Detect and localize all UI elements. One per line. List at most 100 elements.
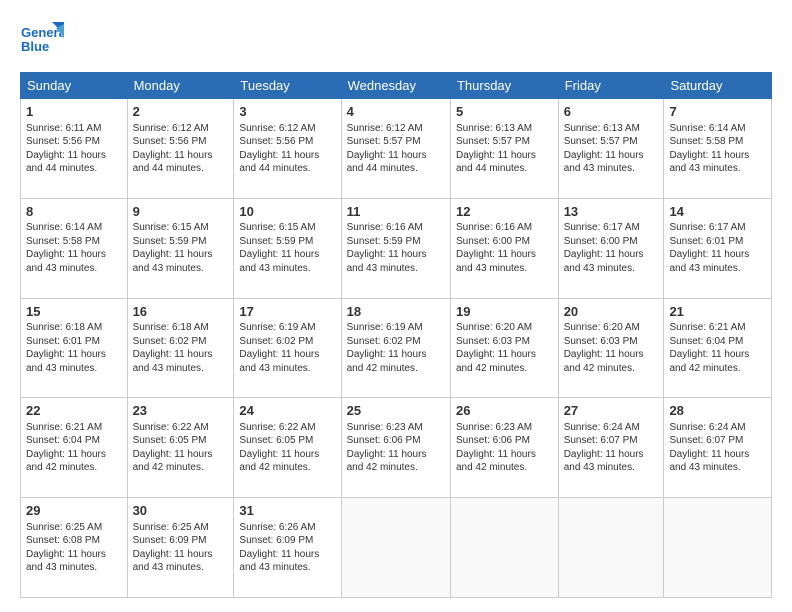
calendar-cell: 23Sunrise: 6:22 AM Sunset: 6:05 PM Dayli… <box>127 398 234 498</box>
day-info: Sunrise: 6:23 AM Sunset: 6:06 PM Dayligh… <box>456 421 553 475</box>
day-info: Sunrise: 6:26 AM Sunset: 6:09 PM Dayligh… <box>239 521 335 575</box>
day-number: 6 <box>564 103 659 121</box>
calendar-cell: 28Sunrise: 6:24 AM Sunset: 6:07 PM Dayli… <box>664 398 772 498</box>
calendar-cell: 11Sunrise: 6:16 AM Sunset: 5:59 PM Dayli… <box>341 198 450 298</box>
day-number: 17 <box>239 303 335 321</box>
day-info: Sunrise: 6:15 AM Sunset: 5:59 PM Dayligh… <box>133 221 229 275</box>
weekday-header-tuesday: Tuesday <box>234 73 341 99</box>
calendar-cell: 31Sunrise: 6:26 AM Sunset: 6:09 PM Dayli… <box>234 498 341 598</box>
day-number: 19 <box>456 303 553 321</box>
day-number: 27 <box>564 402 659 420</box>
calendar-week-row: 8Sunrise: 6:14 AM Sunset: 5:58 PM Daylig… <box>21 198 772 298</box>
day-number: 3 <box>239 103 335 121</box>
day-info: Sunrise: 6:17 AM Sunset: 6:01 PM Dayligh… <box>669 221 766 275</box>
calendar-cell: 7Sunrise: 6:14 AM Sunset: 5:58 PM Daylig… <box>664 99 772 199</box>
calendar-cell: 4Sunrise: 6:12 AM Sunset: 5:57 PM Daylig… <box>341 99 450 199</box>
day-info: Sunrise: 6:13 AM Sunset: 5:57 PM Dayligh… <box>456 122 553 176</box>
day-number: 16 <box>133 303 229 321</box>
calendar-table: SundayMondayTuesdayWednesdayThursdayFrid… <box>20 72 772 598</box>
day-info: Sunrise: 6:14 AM Sunset: 5:58 PM Dayligh… <box>26 221 122 275</box>
day-number: 15 <box>26 303 122 321</box>
calendar-cell: 8Sunrise: 6:14 AM Sunset: 5:58 PM Daylig… <box>21 198 128 298</box>
day-number: 7 <box>669 103 766 121</box>
calendar-cell: 9Sunrise: 6:15 AM Sunset: 5:59 PM Daylig… <box>127 198 234 298</box>
logo: GeneralBlue <box>20 18 64 62</box>
calendar-cell: 27Sunrise: 6:24 AM Sunset: 6:07 PM Dayli… <box>558 398 664 498</box>
weekday-header-sunday: Sunday <box>21 73 128 99</box>
day-info: Sunrise: 6:21 AM Sunset: 6:04 PM Dayligh… <box>26 421 122 475</box>
day-number: 25 <box>347 402 445 420</box>
day-info: Sunrise: 6:12 AM Sunset: 5:56 PM Dayligh… <box>133 122 229 176</box>
calendar-cell: 22Sunrise: 6:21 AM Sunset: 6:04 PM Dayli… <box>21 398 128 498</box>
calendar-cell <box>341 498 450 598</box>
calendar-cell <box>450 498 558 598</box>
day-info: Sunrise: 6:13 AM Sunset: 5:57 PM Dayligh… <box>564 122 659 176</box>
day-info: Sunrise: 6:18 AM Sunset: 6:02 PM Dayligh… <box>133 321 229 375</box>
calendar-cell: 18Sunrise: 6:19 AM Sunset: 6:02 PM Dayli… <box>341 298 450 398</box>
calendar-cell: 16Sunrise: 6:18 AM Sunset: 6:02 PM Dayli… <box>127 298 234 398</box>
weekday-header-wednesday: Wednesday <box>341 73 450 99</box>
page: GeneralBlue SundayMondayTuesdayWednesday… <box>0 0 792 612</box>
calendar-cell: 5Sunrise: 6:13 AM Sunset: 5:57 PM Daylig… <box>450 99 558 199</box>
day-info: Sunrise: 6:19 AM Sunset: 6:02 PM Dayligh… <box>239 321 335 375</box>
weekday-header-thursday: Thursday <box>450 73 558 99</box>
day-info: Sunrise: 6:22 AM Sunset: 6:05 PM Dayligh… <box>133 421 229 475</box>
day-number: 29 <box>26 502 122 520</box>
day-number: 26 <box>456 402 553 420</box>
day-number: 21 <box>669 303 766 321</box>
logo-svg: GeneralBlue <box>20 18 64 62</box>
calendar-cell: 29Sunrise: 6:25 AM Sunset: 6:08 PM Dayli… <box>21 498 128 598</box>
calendar-header-row: SundayMondayTuesdayWednesdayThursdayFrid… <box>21 73 772 99</box>
day-number: 9 <box>133 203 229 221</box>
calendar-cell: 20Sunrise: 6:20 AM Sunset: 6:03 PM Dayli… <box>558 298 664 398</box>
day-number: 8 <box>26 203 122 221</box>
calendar-cell: 21Sunrise: 6:21 AM Sunset: 6:04 PM Dayli… <box>664 298 772 398</box>
day-number: 11 <box>347 203 445 221</box>
day-info: Sunrise: 6:24 AM Sunset: 6:07 PM Dayligh… <box>564 421 659 475</box>
calendar-cell <box>558 498 664 598</box>
day-info: Sunrise: 6:25 AM Sunset: 6:09 PM Dayligh… <box>133 521 229 575</box>
day-number: 14 <box>669 203 766 221</box>
day-info: Sunrise: 6:18 AM Sunset: 6:01 PM Dayligh… <box>26 321 122 375</box>
day-number: 18 <box>347 303 445 321</box>
calendar-cell: 15Sunrise: 6:18 AM Sunset: 6:01 PM Dayli… <box>21 298 128 398</box>
calendar-cell: 2Sunrise: 6:12 AM Sunset: 5:56 PM Daylig… <box>127 99 234 199</box>
day-info: Sunrise: 6:23 AM Sunset: 6:06 PM Dayligh… <box>347 421 445 475</box>
calendar-cell: 6Sunrise: 6:13 AM Sunset: 5:57 PM Daylig… <box>558 99 664 199</box>
calendar-cell: 1Sunrise: 6:11 AM Sunset: 5:56 PM Daylig… <box>21 99 128 199</box>
calendar-week-row: 1Sunrise: 6:11 AM Sunset: 5:56 PM Daylig… <box>21 99 772 199</box>
calendar-cell: 17Sunrise: 6:19 AM Sunset: 6:02 PM Dayli… <box>234 298 341 398</box>
day-number: 22 <box>26 402 122 420</box>
day-info: Sunrise: 6:15 AM Sunset: 5:59 PM Dayligh… <box>239 221 335 275</box>
day-number: 30 <box>133 502 229 520</box>
day-number: 20 <box>564 303 659 321</box>
day-info: Sunrise: 6:11 AM Sunset: 5:56 PM Dayligh… <box>26 122 122 176</box>
calendar-cell: 26Sunrise: 6:23 AM Sunset: 6:06 PM Dayli… <box>450 398 558 498</box>
calendar-cell: 30Sunrise: 6:25 AM Sunset: 6:09 PM Dayli… <box>127 498 234 598</box>
calendar-cell: 19Sunrise: 6:20 AM Sunset: 6:03 PM Dayli… <box>450 298 558 398</box>
day-number: 1 <box>26 103 122 121</box>
day-info: Sunrise: 6:21 AM Sunset: 6:04 PM Dayligh… <box>669 321 766 375</box>
day-info: Sunrise: 6:17 AM Sunset: 6:00 PM Dayligh… <box>564 221 659 275</box>
calendar-week-row: 22Sunrise: 6:21 AM Sunset: 6:04 PM Dayli… <box>21 398 772 498</box>
svg-text:Blue: Blue <box>21 39 49 54</box>
header: GeneralBlue <box>20 18 772 62</box>
day-info: Sunrise: 6:12 AM Sunset: 5:56 PM Dayligh… <box>239 122 335 176</box>
calendar-cell: 10Sunrise: 6:15 AM Sunset: 5:59 PM Dayli… <box>234 198 341 298</box>
weekday-header-monday: Monday <box>127 73 234 99</box>
calendar-cell: 14Sunrise: 6:17 AM Sunset: 6:01 PM Dayli… <box>664 198 772 298</box>
weekday-header-friday: Friday <box>558 73 664 99</box>
day-info: Sunrise: 6:24 AM Sunset: 6:07 PM Dayligh… <box>669 421 766 475</box>
calendar-week-row: 29Sunrise: 6:25 AM Sunset: 6:08 PM Dayli… <box>21 498 772 598</box>
day-info: Sunrise: 6:16 AM Sunset: 5:59 PM Dayligh… <box>347 221 445 275</box>
calendar-cell: 13Sunrise: 6:17 AM Sunset: 6:00 PM Dayli… <box>558 198 664 298</box>
calendar-cell: 3Sunrise: 6:12 AM Sunset: 5:56 PM Daylig… <box>234 99 341 199</box>
day-info: Sunrise: 6:20 AM Sunset: 6:03 PM Dayligh… <box>456 321 553 375</box>
calendar-cell: 24Sunrise: 6:22 AM Sunset: 6:05 PM Dayli… <box>234 398 341 498</box>
calendar-cell: 25Sunrise: 6:23 AM Sunset: 6:06 PM Dayli… <box>341 398 450 498</box>
day-number: 31 <box>239 502 335 520</box>
weekday-header-saturday: Saturday <box>664 73 772 99</box>
day-number: 5 <box>456 103 553 121</box>
day-info: Sunrise: 6:19 AM Sunset: 6:02 PM Dayligh… <box>347 321 445 375</box>
calendar-week-row: 15Sunrise: 6:18 AM Sunset: 6:01 PM Dayli… <box>21 298 772 398</box>
